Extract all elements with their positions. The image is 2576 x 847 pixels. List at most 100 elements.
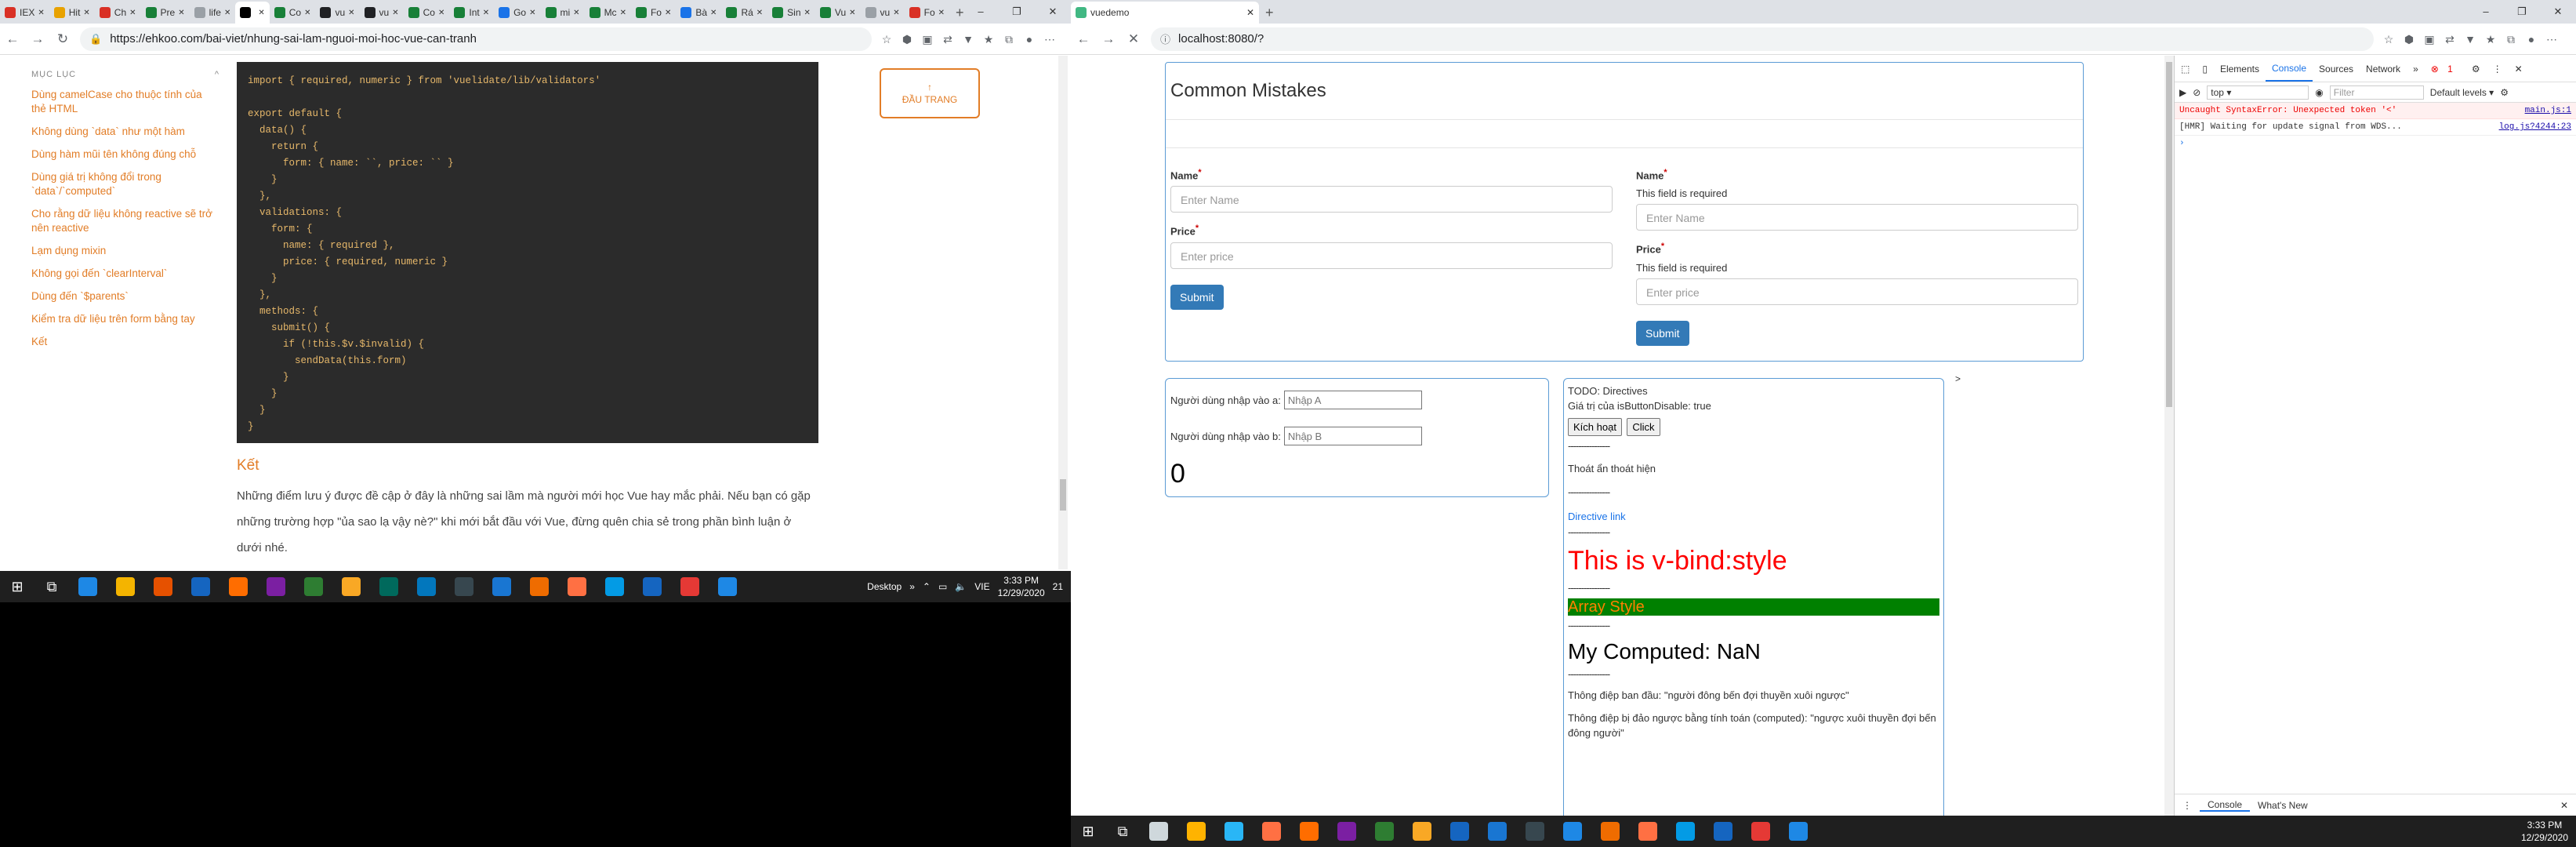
extension-icon[interactable]: ▣ (917, 29, 938, 49)
browser-tab[interactable]: Go ✕ (494, 2, 540, 24)
close-tab-icon[interactable]: ✕ (573, 9, 579, 17)
close-devtools-icon[interactable]: ✕ (2509, 64, 2529, 75)
taskbar-app-icon[interactable] (596, 571, 633, 602)
console-source-link[interactable]: log.js?4244:23 (2499, 121, 2571, 133)
toc-item[interactable]: Cho rằng dữ liệu không reactive sẽ trở n… (31, 207, 220, 235)
back-to-top-button[interactable]: ↑ ĐẦU TRANG (880, 68, 980, 118)
toc-item[interactable]: Dùng giá trị không đổi trong `data`/`com… (31, 170, 220, 198)
taskbar-app-icon[interactable] (671, 571, 709, 602)
taskbar-app-icon[interactable] (408, 571, 445, 602)
toc-item[interactable]: Lạm dụng mixin (31, 244, 220, 258)
tray-up-icon[interactable]: ⌃ (923, 581, 931, 592)
taskbar-app-icon[interactable] (709, 571, 746, 602)
tab-console[interactable]: Console (2265, 56, 2313, 82)
activate-button[interactable]: Kích hoạt (1568, 418, 1622, 436)
maximize-button[interactable]: ❐ (2504, 0, 2540, 24)
taskbar-app-icon[interactable] (1629, 816, 1667, 847)
filter-input[interactable]: Filter (2329, 85, 2424, 100)
menu-icon[interactable]: ⋯ (2542, 29, 2562, 49)
extension-icon[interactable]: ⬢ (897, 29, 917, 49)
kebab-menu-icon[interactable]: ⋮ (2487, 64, 2509, 75)
close-window-button[interactable]: ✕ (2540, 0, 2576, 24)
toc-item[interactable]: Kết (31, 335, 220, 349)
taskbar-app-icon[interactable] (220, 571, 257, 602)
taskbar-app-icon[interactable] (1780, 816, 1817, 847)
taskbar-app-icon[interactable] (633, 571, 671, 602)
close-tab-icon[interactable]: ✕ (178, 9, 184, 17)
toc-item[interactable]: Dùng hàm mũi tên không đúng chỗ (31, 147, 220, 162)
extension-icon[interactable]: ▼ (958, 29, 978, 49)
sidebar-toggle-icon[interactable]: ▶ (2179, 87, 2186, 98)
drawer-tab-console[interactable]: Console (2200, 799, 2251, 812)
close-tab-icon[interactable]: ✕ (83, 9, 89, 17)
close-tab-icon[interactable]: ✕ (620, 9, 626, 17)
minimize-button[interactable]: – (963, 0, 999, 24)
translate-icon[interactable]: ⇄ (2440, 29, 2460, 49)
close-tab-icon[interactable]: ✕ (348, 9, 354, 17)
network-icon[interactable]: ▭ (938, 581, 947, 592)
taskbar-app-icon[interactable] (1478, 816, 1516, 847)
menu-icon[interactable]: ⋯ (1039, 29, 1060, 49)
collections-icon[interactable]: ⧉ (2501, 29, 2521, 49)
taskbar-app-icon[interactable] (295, 571, 332, 602)
console-source-link[interactable]: main.js:1 (2525, 104, 2571, 117)
price-input[interactable]: Enter price (1170, 242, 1613, 269)
error-count-badge[interactable]: ⊗ 1 (2425, 64, 2465, 75)
browser-tab[interactable]: Fo ✕ (631, 2, 676, 24)
tab-vuedemo[interactable]: vuedemo ✕ (1071, 2, 1259, 24)
browser-tab[interactable]: mi ✕ (541, 2, 585, 24)
browser-tab[interactable]: vu ✕ (315, 2, 359, 24)
gear-icon[interactable]: ⚙ (2500, 87, 2509, 98)
close-tab-icon[interactable]: ✕ (304, 9, 310, 17)
browser-tab[interactable]: Bà ✕ (676, 2, 721, 24)
taskbar-app-icon[interactable] (332, 571, 370, 602)
taskbar-app-icon[interactable] (1290, 816, 1328, 847)
translate-icon[interactable]: ⇄ (938, 29, 958, 49)
close-tab-icon[interactable]: ✕ (129, 9, 136, 17)
taskbar-app-icon[interactable] (144, 571, 182, 602)
close-tab-icon[interactable]: ✕ (529, 9, 535, 17)
chevron-icon[interactable]: » (909, 581, 915, 592)
close-tab-icon[interactable]: ✕ (849, 9, 855, 17)
toc-item[interactable]: Dùng camelCase cho thuộc tính của thẻ HT… (31, 88, 220, 116)
submit-button[interactable]: Submit (1170, 284, 1224, 310)
click-button[interactable]: Click (1627, 418, 1660, 436)
taskbar-app-icon[interactable] (1704, 816, 1742, 847)
close-tab-icon[interactable]: ✕ (438, 9, 444, 17)
context-select[interactable]: top ▾ (2207, 85, 2309, 100)
taskbar-app-icon[interactable] (1177, 816, 1215, 847)
taskbar-app-icon[interactable] (1215, 816, 1253, 847)
new-tab-button[interactable]: + (1259, 2, 1280, 24)
language-indicator[interactable]: VIE (974, 581, 989, 592)
scrollbar-thumb[interactable] (1060, 479, 1066, 511)
desktop-toolbar[interactable]: Desktop (867, 581, 902, 592)
close-tab-icon[interactable]: ✕ (710, 9, 717, 17)
extension-icon[interactable]: ▼ (2460, 29, 2480, 49)
forward-icon[interactable]: → (25, 27, 50, 52)
taskbar-app-icon[interactable] (1253, 816, 1290, 847)
browser-tab[interactable]: vu ✕ (861, 2, 905, 24)
browser-tab[interactable]: ✕ (235, 2, 270, 24)
star-icon[interactable]: ☆ (876, 29, 897, 49)
close-tab-icon[interactable]: ✕ (665, 9, 671, 17)
close-tab-icon[interactable]: ✕ (224, 9, 230, 17)
address-bar[interactable]: ⓘ localhost:8080/? (1151, 27, 2374, 51)
taskbar-app-icon[interactable] (1742, 816, 1780, 847)
close-tab-icon[interactable]: ✕ (756, 9, 763, 17)
browser-tab[interactable]: Sin ✕ (767, 2, 815, 24)
taskbar-app-icon[interactable] (1366, 816, 1403, 847)
submit-button[interactable]: Submit (1636, 320, 1689, 346)
back-icon[interactable]: ← (1071, 27, 1096, 52)
minimize-button[interactable]: – (2468, 0, 2504, 24)
close-tab-icon[interactable]: ✕ (938, 9, 945, 17)
close-tab-icon[interactable]: ✕ (258, 9, 264, 17)
toc-item[interactable]: Kiểm tra dữ liệu trên form bằng tay (31, 312, 220, 326)
back-icon[interactable]: ← (0, 27, 25, 52)
browser-tab[interactable]: Pre ✕ (141, 2, 190, 24)
tab-elements[interactable]: Elements (2214, 64, 2266, 75)
name-input[interactable]: Enter Name (1636, 204, 2078, 231)
taskbar-app-icon[interactable] (558, 571, 596, 602)
favorites-icon[interactable]: ★ (978, 29, 999, 49)
volume-icon[interactable]: 🔈 (955, 581, 967, 592)
scrollbar[interactable] (1058, 56, 1068, 569)
